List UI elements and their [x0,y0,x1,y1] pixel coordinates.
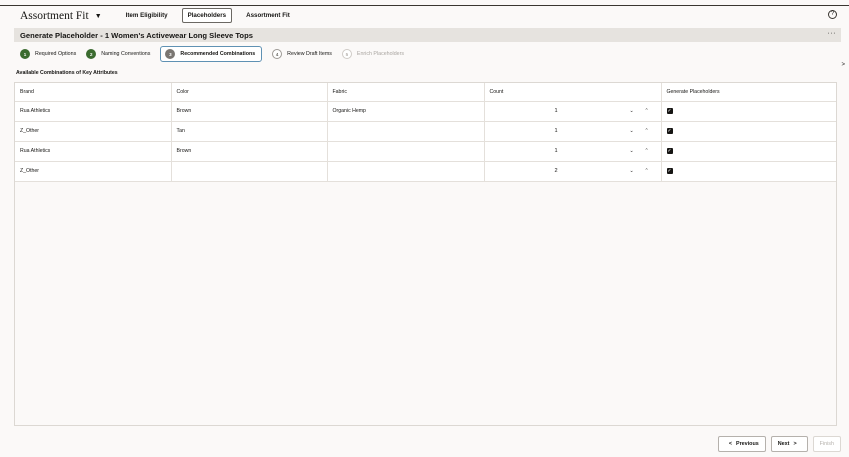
chevron-right-icon[interactable]: > [841,62,845,68]
tab-assortment-fit[interactable]: Assortment Fit [240,8,296,23]
column-header-fabric[interactable]: Fabric [327,83,485,102]
help-icon[interactable]: ? [828,10,837,19]
cell-color [171,161,328,182]
next-button[interactable]: Next > [770,436,808,452]
step-label: Required Options [35,51,77,57]
page-title-bar: Generate Placeholder - 1 Women's Activew… [14,28,841,42]
cell-brand: Z_Other [15,161,172,182]
table-row[interactable]: Z_Other Tan 1 ⌄ ⌃ ✓ [15,121,836,142]
step-label: Naming Conventions [101,51,151,57]
count-stepper[interactable]: 1 ⌄ ⌃ [485,122,661,141]
finish-button: Finish [812,436,841,452]
count-value[interactable]: 1 [555,128,558,134]
chevron-left-icon: < [728,441,732,447]
count-stepper[interactable]: 1 ⌄ ⌃ [485,142,661,161]
chevron-right-icon: > [793,441,797,447]
step-train: 1 Required Options 2 Naming Conventions … [20,46,414,62]
count-stepper[interactable]: 2 ⌄ ⌃ [485,162,661,181]
cell-color: Brown [171,101,328,122]
generate-checkbox[interactable]: ✓ [666,108,673,114]
chevron-down-icon[interactable]: ⌄ [630,148,634,154]
cell-count: 2 ⌄ ⌃ [484,161,662,182]
finish-label: Finish [819,441,834,447]
cell-color: Tan [171,121,328,142]
cell-count: 1 ⌄ ⌃ [484,101,662,122]
cell-fabric [327,141,485,162]
app-title: Assortment Fit [20,9,89,22]
column-header-generate[interactable]: Generate Placeholders [661,83,836,102]
more-options-icon[interactable]: ··· [828,30,837,37]
step-review-draft-items[interactable]: 4 Review Draft Items [272,49,332,59]
section-label: Available Combinations of Key Attributes [16,70,118,76]
step-required-options[interactable]: 1 Required Options [20,49,76,59]
generate-checkbox[interactable]: ✓ [666,148,673,154]
cell-count: 1 ⌄ ⌃ [484,141,662,162]
step-number: 3 [165,49,176,59]
page-title: Generate Placeholder - 1 Women's Activew… [20,30,253,40]
step-recommended-combinations[interactable]: 3 Recommended Combinations [160,46,263,62]
chevron-down-icon: ▼ [94,11,102,20]
step-naming-conventions[interactable]: 2 Naming Conventions [86,49,150,59]
previous-label: Previous [735,441,759,447]
cell-generate: ✓ [661,161,836,182]
count-stepper[interactable]: 1 ⌄ ⌃ [485,102,661,121]
table-row[interactable]: Z_Other 2 ⌄ ⌃ ✓ [15,161,836,182]
cell-brand: Rua Athletics [15,101,172,122]
table-row[interactable]: Rua Athletics Brown Organic Hemp 1 ⌄ ⌃ ✓ [15,101,836,122]
step-label: Review Draft Items [287,51,332,57]
step-number: 4 [272,49,283,59]
step-number: 1 [20,49,30,59]
table-header-row: Brand Color Fabric Count Generate Placeh… [15,83,836,102]
chevron-down-icon[interactable]: ⌄ [630,108,634,114]
chevron-up-icon[interactable]: ⌃ [645,128,649,134]
footer-buttons: < Previous Next > Finish [713,436,841,452]
chevron-up-icon[interactable]: ⌃ [645,108,649,114]
count-value[interactable]: 1 [555,148,558,154]
tab-placeholders[interactable]: Placeholders [181,8,233,23]
tab-item-eligibility[interactable]: Item Eligibility [120,8,174,23]
column-header-brand[interactable]: Brand [15,83,172,102]
top-navigation-bar: Assortment Fit ▼ Item Eligibility Placeh… [0,5,849,25]
step-label: Enrich Placeholders [356,51,405,57]
cell-fabric: Organic Hemp [327,101,485,122]
step-label: Recommended Combinations [180,51,256,57]
count-value[interactable]: 1 [555,108,558,114]
chevron-up-icon[interactable]: ⌃ [645,168,649,174]
column-header-color[interactable]: Color [171,83,328,102]
app-title-menu[interactable]: Assortment Fit ▼ [20,10,102,22]
generate-checkbox[interactable]: ✓ [666,168,673,174]
cell-generate: ✓ [661,101,836,122]
step-number: 5 [341,49,352,59]
chevron-down-icon[interactable]: ⌄ [630,168,634,174]
count-value[interactable]: 2 [555,168,558,174]
column-header-count[interactable]: Count [484,83,662,102]
combinations-grid: Brand Color Fabric Count Generate Placeh… [14,82,837,426]
step-enrich-placeholders: 5 Enrich Placeholders [341,49,405,59]
previous-button[interactable]: < Previous [717,436,766,452]
cell-fabric [327,161,485,182]
step-number: 2 [86,49,97,59]
cell-count: 1 ⌄ ⌃ [484,121,662,142]
generate-checkbox[interactable]: ✓ [666,128,673,134]
cell-brand: Z_Other [15,121,172,142]
chevron-down-icon[interactable]: ⌄ [630,128,634,134]
next-label: Next [777,441,790,447]
cell-brand: Rua Athletics [15,141,172,162]
cell-generate: ✓ [661,141,836,162]
table-row[interactable]: Rua Athletics Brown 1 ⌄ ⌃ ✓ [15,141,836,162]
chevron-up-icon[interactable]: ⌃ [645,148,649,154]
cell-color: Brown [171,141,328,162]
combinations-table: Brand Color Fabric Count Generate Placeh… [15,83,836,182]
cell-generate: ✓ [661,121,836,142]
cell-fabric [327,121,485,142]
